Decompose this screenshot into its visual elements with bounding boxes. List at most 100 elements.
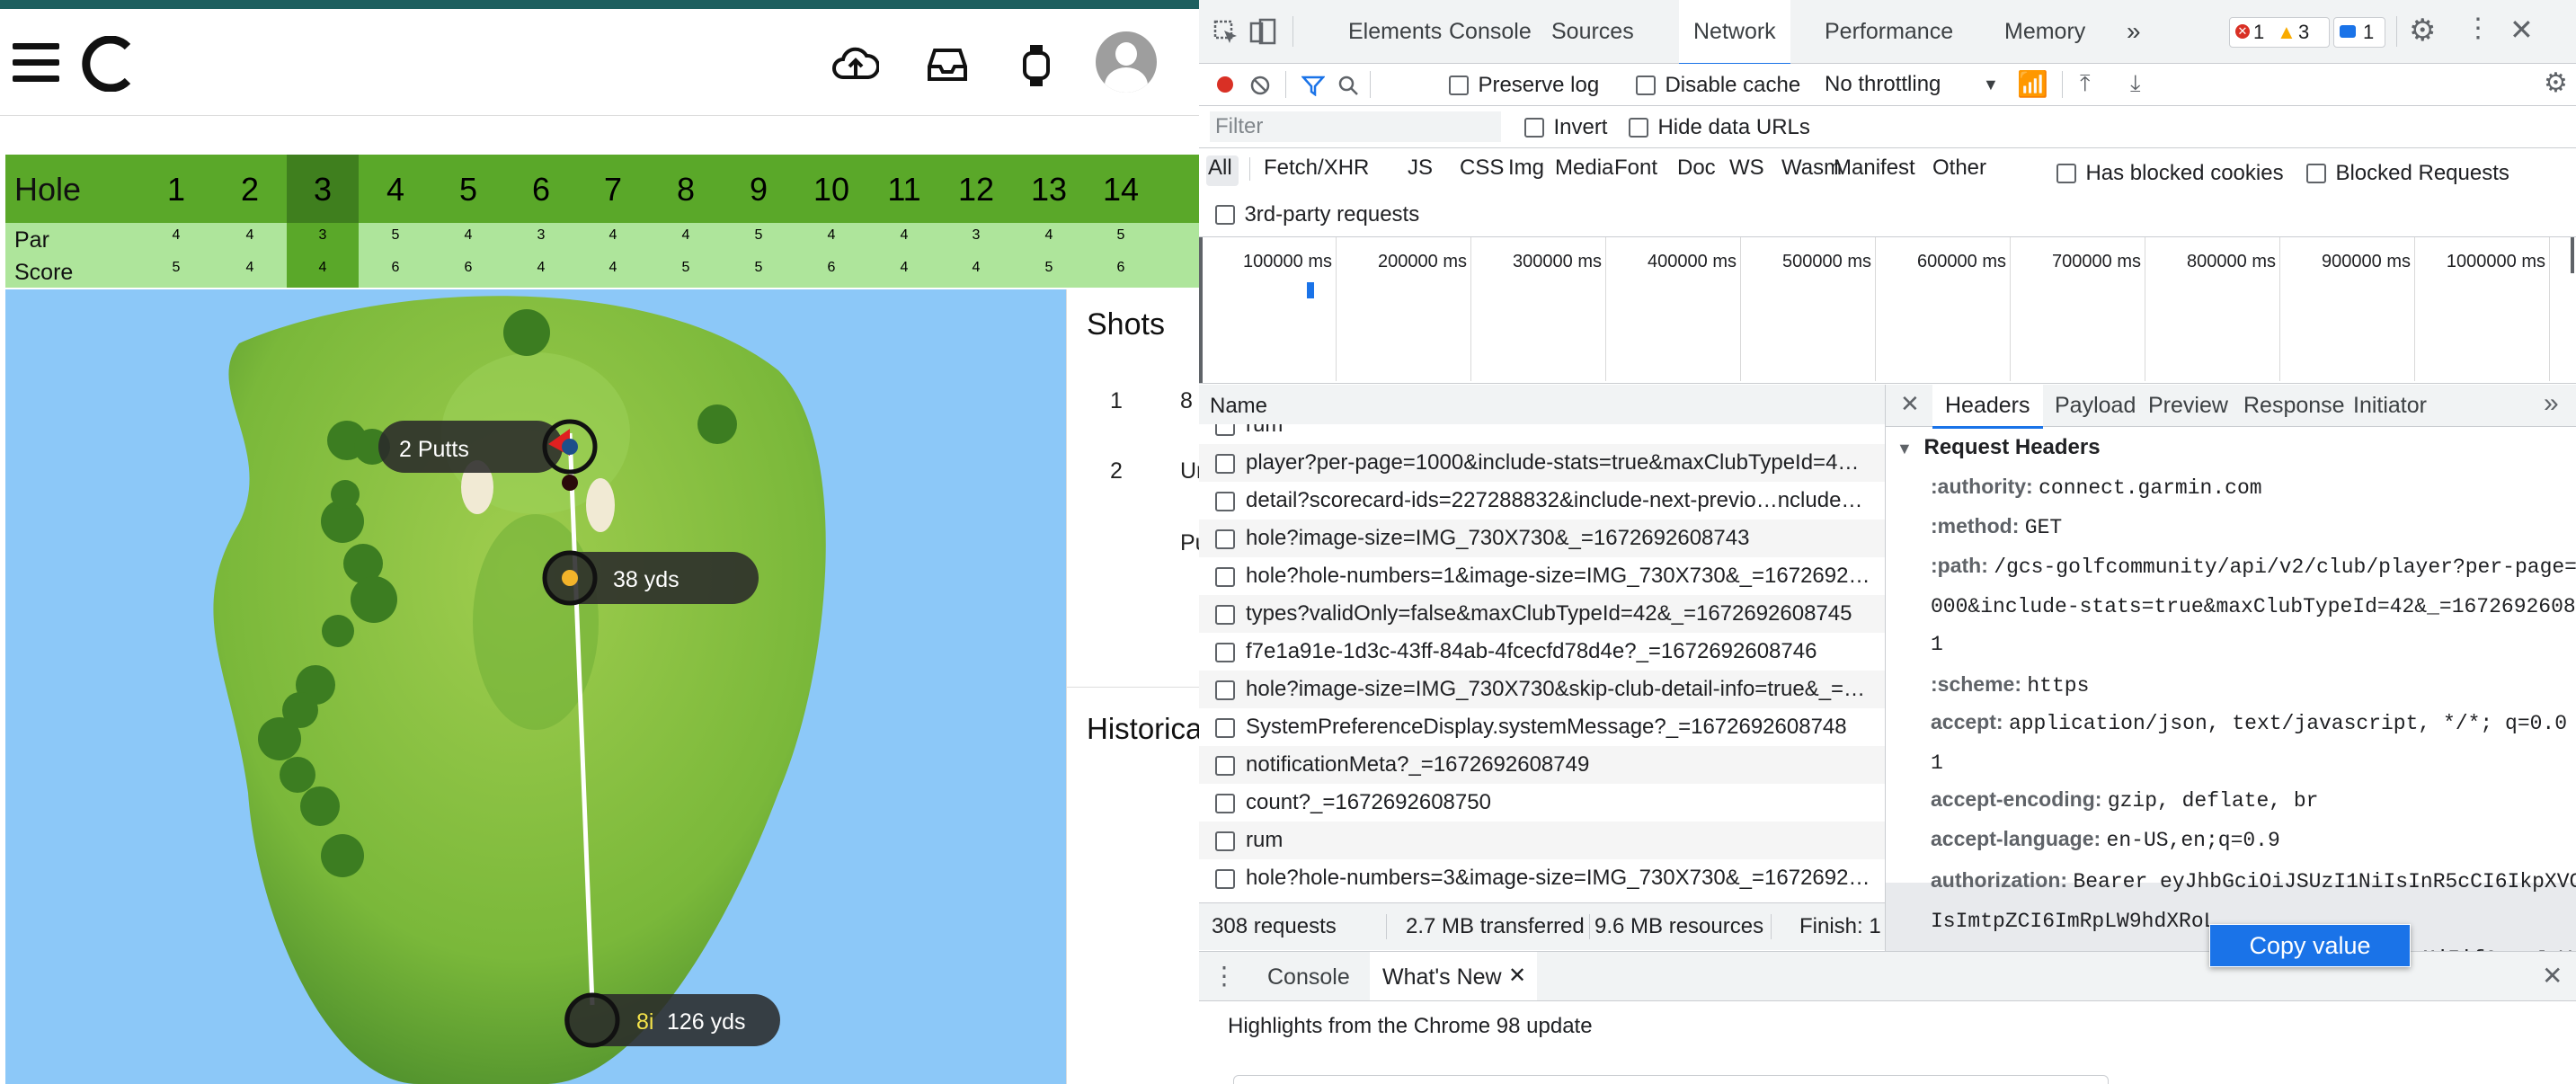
upload-icon[interactable]: [832, 45, 879, 84]
search-icon[interactable]: [1337, 75, 1359, 96]
header-line[interactable]: 000&include-stats=true&maxClubTypeId=42&…: [1931, 593, 2576, 618]
settings-gear-icon[interactable]: ⚙: [2409, 13, 2436, 49]
request-checkbox[interactable]: [1215, 605, 1235, 625]
filter-input[interactable]: Filter: [1210, 111, 1501, 142]
tab-performance[interactable]: Performance: [1810, 0, 1968, 63]
header-line[interactable]: 1: [1931, 750, 1943, 775]
header-line[interactable]: authorization: Bearer eyJhbGciOiJSUzI1Ni…: [1931, 868, 2576, 893]
request-row[interactable]: hole?hole-numbers=3&image-size=IMG_730X7…: [1199, 859, 1885, 897]
hole-number-cell[interactable]: 5: [432, 171, 504, 209]
garmin-connect-logo[interactable]: [81, 36, 137, 92]
request-checkbox[interactable]: [1215, 492, 1235, 511]
invert-checkbox[interactable]: [1524, 118, 1544, 138]
more-tabs-button[interactable]: »: [2127, 0, 2141, 63]
preserve-log-toggle[interactable]: Preserve log: [1449, 73, 1599, 98]
hole-number-cell[interactable]: 1: [140, 171, 212, 209]
request-checkbox[interactable]: [1215, 643, 1235, 662]
third-party-toggle[interactable]: 3rd-party requests: [1215, 202, 1419, 227]
hole-number-cell[interactable]: 10: [795, 171, 867, 209]
header-line[interactable]: IsImtpZCI6ImRpLW9hdXRoL: [1931, 908, 2216, 933]
header-line[interactable]: :scheme: https: [1931, 672, 2089, 697]
import-har-icon[interactable]: ⤒: [2080, 69, 2091, 98]
drawer-tab-whats-new[interactable]: What's New ✕: [1370, 952, 1537, 1000]
hole-number-cell[interactable]: 6: [505, 171, 577, 209]
inbox-icon[interactable]: [928, 47, 967, 83]
type-filter-media[interactable]: Media: [1555, 148, 1613, 188]
device-toolbar-icon[interactable]: [1249, 18, 1276, 45]
hole-number-cell[interactable]: 13: [1013, 171, 1085, 209]
type-filter-font[interactable]: Font: [1614, 148, 1657, 188]
detail-tab-initiator[interactable]: Initiator: [2341, 385, 2439, 426]
close-devtools-icon[interactable]: ✕: [2509, 13, 2534, 47]
header-line[interactable]: :method: GET: [1931, 514, 2062, 539]
blocked-requests-checkbox[interactable]: [2306, 164, 2326, 183]
header-line[interactable]: accept-encoding: gzip, deflate, br: [1931, 787, 2318, 813]
request-row[interactable]: hole?hole-numbers=1&image-size=IMG_730X7…: [1199, 557, 1885, 595]
request-checkbox[interactable]: [1215, 869, 1235, 889]
request-checkbox[interactable]: [1215, 424, 1235, 436]
close-drawer-icon[interactable]: ✕: [2542, 961, 2563, 991]
type-filter-manifest[interactable]: Manifest: [1834, 148, 1915, 188]
detail-tab-response[interactable]: Response: [2231, 385, 2358, 426]
type-filter-all[interactable]: All: [1208, 148, 1232, 188]
request-row[interactable]: SystemPreferenceDisplay.systemMessage?_=…: [1199, 708, 1885, 746]
inspect-element-icon[interactable]: [1213, 20, 1239, 45]
header-line[interactable]: :path: /gcs-golfcommunity/api/v2/club/pl…: [1931, 554, 2576, 579]
hole-number-cell[interactable]: 4: [360, 171, 431, 209]
hole-number-cell[interactable]: 3: [287, 171, 359, 209]
type-filter-img[interactable]: Img: [1508, 148, 1544, 188]
header-line[interactable]: accept: application/json, text/javascrip…: [1931, 710, 2567, 735]
request-row[interactable]: rum: [1199, 424, 1885, 444]
hole-number-cell[interactable]: 8: [650, 171, 722, 209]
request-row[interactable]: hole?image-size=IMG_730X730&skip-club-de…: [1199, 671, 1885, 708]
tab-memory[interactable]: Memory: [1990, 0, 2100, 63]
type-filter-fetch-xhr[interactable]: Fetch/XHR: [1264, 148, 1369, 188]
type-filter-js[interactable]: JS: [1408, 148, 1433, 188]
request-row[interactable]: hole?image-size=IMG_730X730&_=1672692608…: [1199, 520, 1885, 557]
hole-number-cell[interactable]: 14: [1085, 171, 1157, 209]
hide-data-urls-checkbox[interactable]: [1629, 118, 1648, 138]
invert-toggle[interactable]: Invert: [1524, 115, 1607, 140]
export-har-icon[interactable]: ⤓: [2130, 69, 2141, 98]
request-row[interactable]: f7e1a91e-1d3c-43ff-84ab-4fcecfd78d4e?_=1…: [1199, 633, 1885, 671]
watch-icon[interactable]: [1021, 43, 1052, 88]
request-checkbox[interactable]: [1215, 529, 1235, 549]
avatar[interactable]: [1096, 31, 1157, 93]
tab-console[interactable]: Console: [1435, 0, 1546, 63]
close-detail-icon[interactable]: ✕: [1900, 390, 1920, 418]
copy-value-popup[interactable]: Copy value: [2209, 924, 2411, 967]
preserve-log-checkbox[interactable]: [1449, 76, 1469, 95]
request-row[interactable]: detail?scorecard-ids=227288832&include-n…: [1199, 482, 1885, 520]
blocked-requests-toggle[interactable]: Blocked Requests: [2306, 161, 2509, 186]
detail-tab-headers[interactable]: Headers: [1932, 385, 2043, 429]
request-row[interactable]: player?per-page=1000&include-stats=true&…: [1199, 444, 1885, 482]
messages-counter[interactable]: 1: [2333, 17, 2385, 48]
drawer-tab-console[interactable]: Console: [1267, 964, 1350, 991]
request-checkbox[interactable]: [1215, 567, 1235, 587]
issues-counter[interactable]: ✕ 1 ▲ 3: [2229, 17, 2330, 48]
header-line[interactable]: accept-language: en-US,en;q=0.9: [1931, 827, 2280, 852]
header-line[interactable]: :authority: connect.garmin.com: [1931, 475, 2262, 500]
close-tab-icon[interactable]: ✕: [1508, 963, 1526, 989]
request-checkbox[interactable]: [1215, 831, 1235, 851]
type-filter-css[interactable]: CSS: [1460, 148, 1504, 188]
disable-cache-checkbox[interactable]: [1636, 76, 1656, 95]
has-blocked-cookies-checkbox[interactable]: [2056, 164, 2076, 183]
type-filter-doc[interactable]: Doc: [1677, 148, 1716, 188]
detail-tab-preview[interactable]: Preview: [2136, 385, 2241, 426]
hole-map[interactable]: 2 Putts 38 yds 8i 126 yds: [5, 289, 1066, 1084]
has-blocked-cookies-toggle[interactable]: Has blocked cookies: [2056, 161, 2284, 186]
clear-icon[interactable]: [1249, 75, 1271, 96]
request-row[interactable]: types?validOnly=false&maxClubTypeId=42&_…: [1199, 595, 1885, 633]
detail-tab-payload[interactable]: Payload: [2042, 385, 2148, 426]
name-column-header[interactable]: Name: [1199, 385, 1885, 425]
third-party-checkbox[interactable]: [1215, 205, 1235, 225]
hole-number-cell[interactable]: 7: [577, 171, 649, 209]
timeline-overview[interactable]: 100000 ms 200000 ms 300000 ms 400000 ms 5000…: [1199, 237, 2576, 384]
menu-icon[interactable]: [13, 43, 59, 83]
hole-number-cell[interactable]: 9: [723, 171, 795, 209]
hole-number-cell[interactable]: 12: [940, 171, 1012, 209]
request-checkbox[interactable]: [1215, 718, 1235, 738]
network-conditions-icon[interactable]: 📶: [2017, 69, 2048, 99]
type-filter-ws[interactable]: WS: [1729, 148, 1764, 188]
